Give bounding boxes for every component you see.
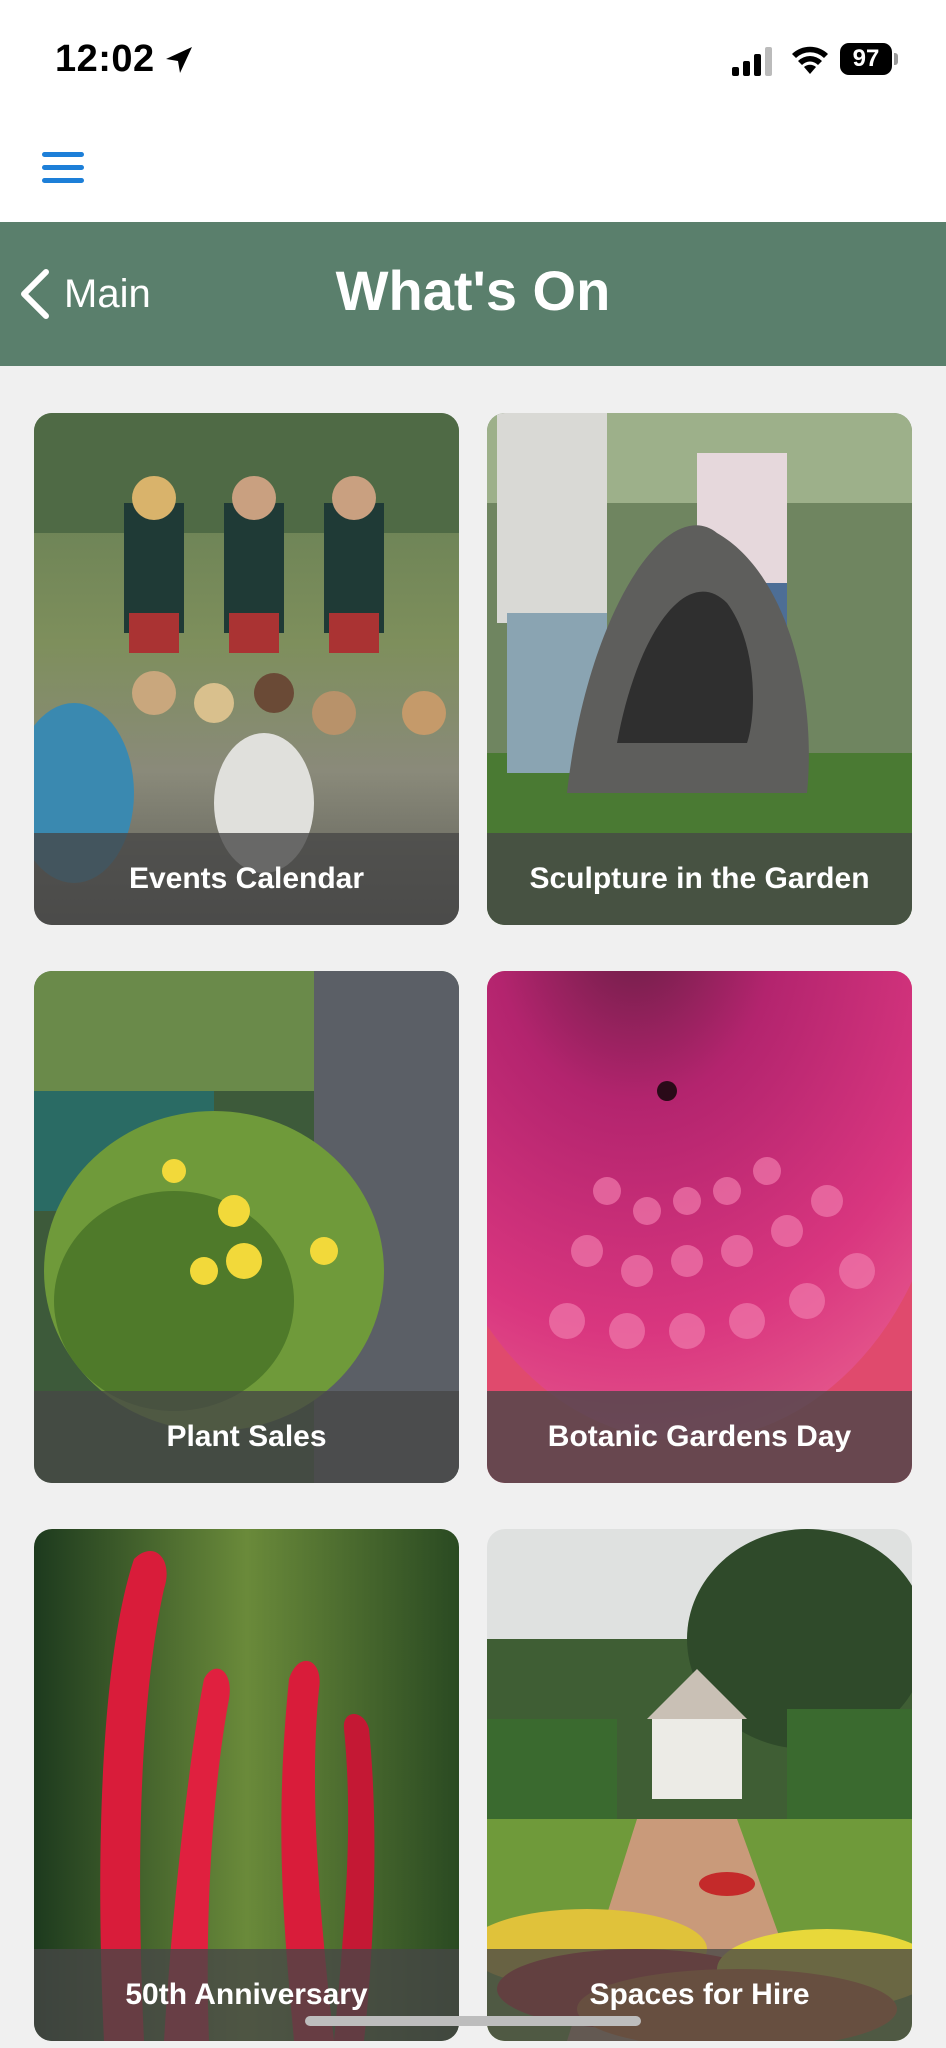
battery-icon: 97 xyxy=(840,43,898,75)
tile-50th-anniversary[interactable]: 50th Anniversary xyxy=(34,1529,459,2041)
tile-label: 50th Anniversary xyxy=(34,1949,459,2041)
tile-label: Botanic Gardens Day xyxy=(487,1391,912,1483)
status-bar: 12:02 97 xyxy=(0,0,946,120)
tile-events-calendar[interactable]: Events Calendar xyxy=(34,413,459,925)
tile-botanic-gardens-day[interactable]: Botanic Gardens Day xyxy=(487,971,912,1483)
home-indicator xyxy=(305,2016,641,2026)
hamburger-menu-icon[interactable] xyxy=(38,148,88,188)
status-time: 12:02 xyxy=(55,38,155,80)
wifi-icon xyxy=(792,46,828,74)
top-bar xyxy=(0,120,946,222)
tile-label: Events Calendar xyxy=(34,833,459,925)
location-arrow-icon xyxy=(166,47,192,73)
tile-plant-sales[interactable]: Plant Sales xyxy=(34,971,459,1483)
page-title: What's On xyxy=(335,259,611,322)
signal-icon xyxy=(732,47,772,76)
tile-spaces-for-hire[interactable]: Spaces for Hire xyxy=(487,1529,912,2041)
tile-label: Plant Sales xyxy=(34,1391,459,1483)
tile-label: Spaces for Hire xyxy=(487,1949,912,2041)
battery-level: 97 xyxy=(840,43,892,75)
tile-sculpture-in-the-garden[interactable]: Sculpture in the Garden xyxy=(487,413,912,925)
tile-label: Sculpture in the Garden xyxy=(487,833,912,925)
